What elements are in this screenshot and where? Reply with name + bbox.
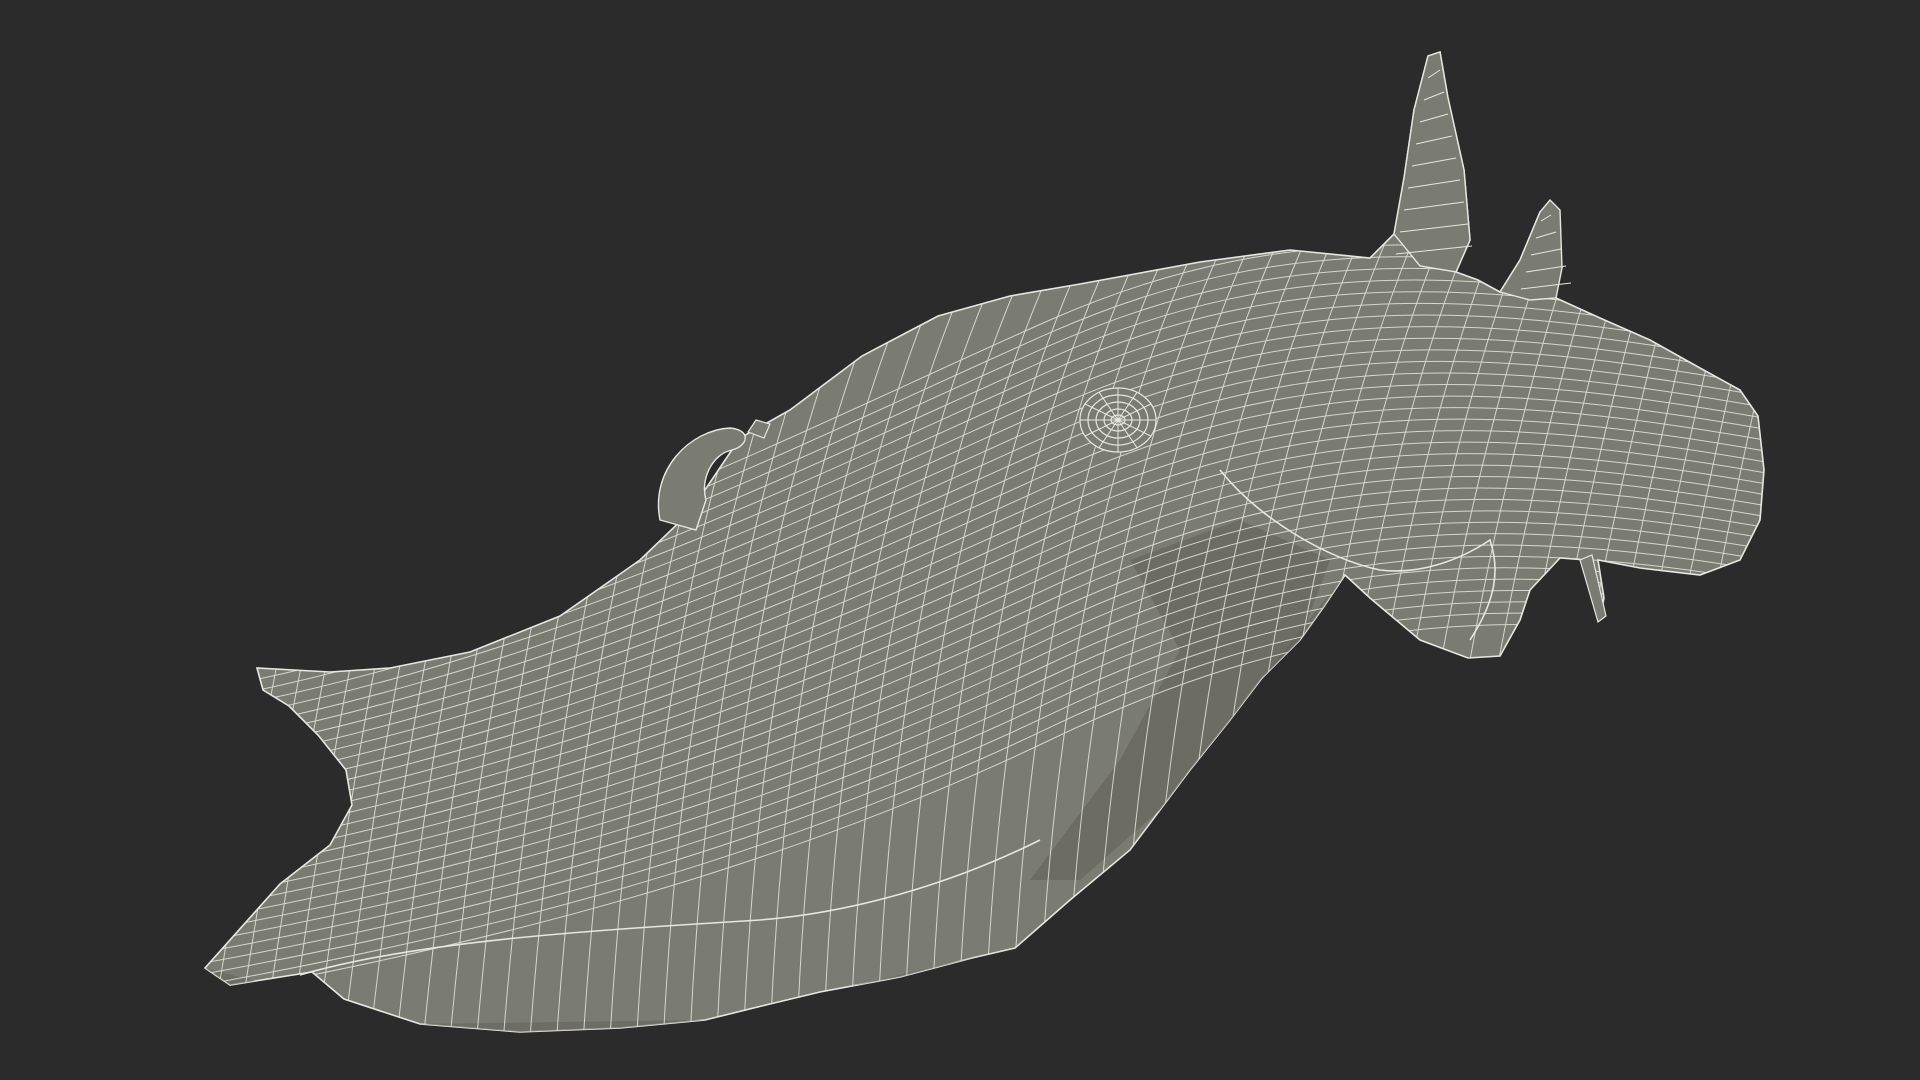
eye-socket [1079,387,1157,453]
render-viewport [0,0,1920,1080]
model-body [203,50,1765,1033]
wireframe-model-render [203,50,1765,1033]
